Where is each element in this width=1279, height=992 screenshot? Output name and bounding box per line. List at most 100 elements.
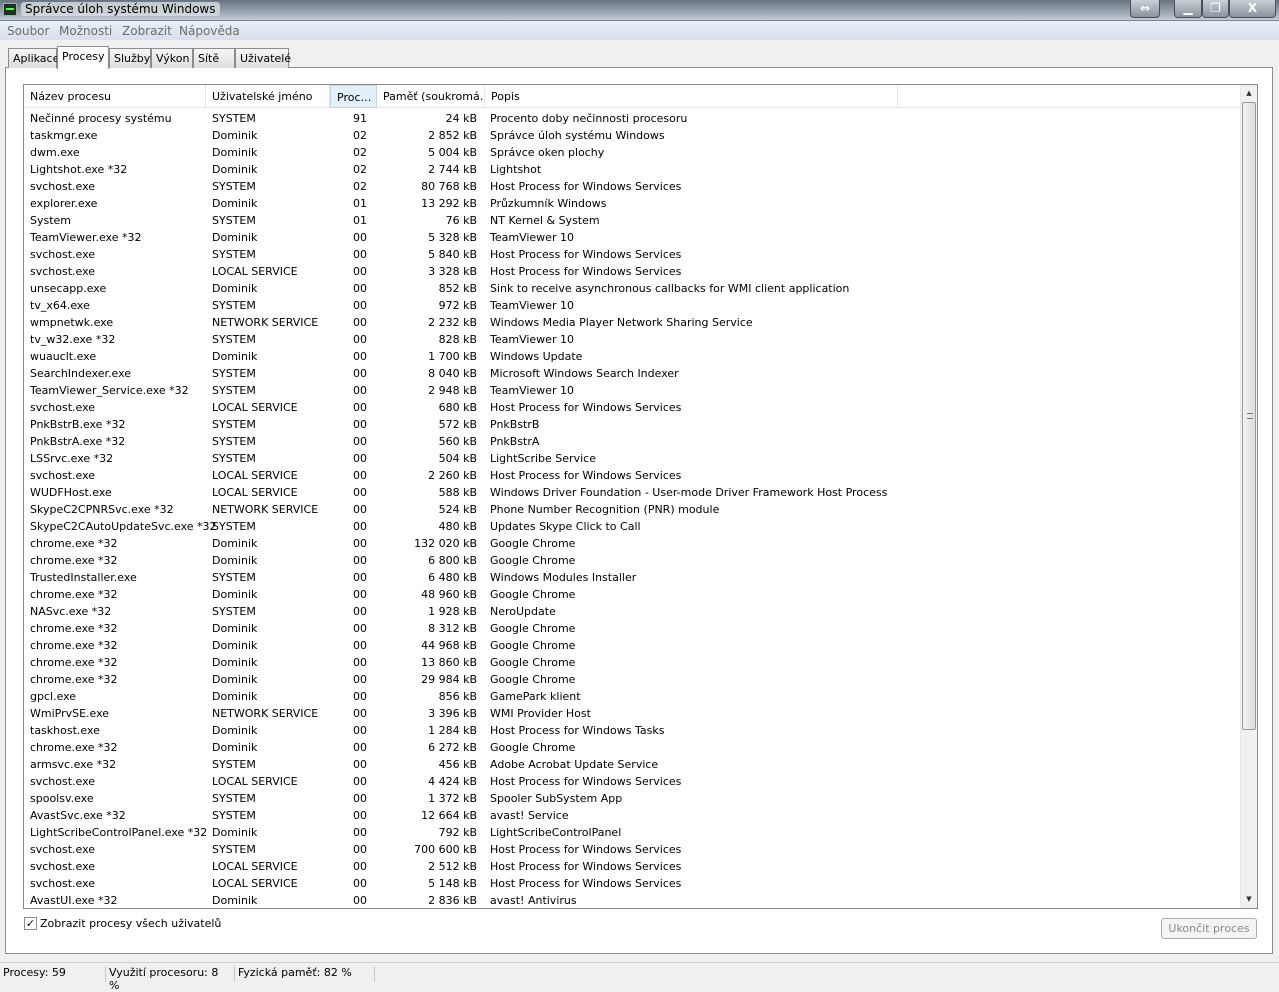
menu-zobrazit[interactable]: Zobrazit <box>122 24 172 38</box>
task-manager-icon <box>3 3 17 16</box>
column-description[interactable]: Popis <box>485 85 898 108</box>
menu-moznosti[interactable]: Možnosti <box>59 24 112 38</box>
end-process-button[interactable]: Ukončit proces <box>1161 918 1257 939</box>
description: Procento doby nečinnosti procesoru <box>490 112 688 125</box>
column-memory[interactable]: Paměť (soukromá… <box>377 85 485 108</box>
table-row[interactable]: System SYSTEM 01 76 kB NT Kernel & System <box>24 212 1240 229</box>
memory-value: 24 kB <box>445 112 477 125</box>
table-row[interactable]: NASvc.exe *32 SYSTEM 00 1 928 kB NeroUpdate <box>24 603 1240 620</box>
table-row[interactable]: AvastUI.exe *32 Dominik 00 2 836 kB avast! A… <box>24 892 1240 908</box>
memory-value: 132 020 kB <box>414 537 477 550</box>
minimize-button[interactable]: ▁ <box>1174 0 1202 18</box>
table-row[interactable]: TrustedInstaller.exe SYSTEM 00 6 480 kB Wind… <box>24 569 1240 586</box>
vertical-scrollbar[interactable]: ▲ ▼ <box>1240 85 1257 908</box>
menu-napoveda[interactable]: Nápověda <box>179 24 240 38</box>
cpu-value: 00 <box>353 452 367 465</box>
table-row[interactable]: tv_x64.exe SYSTEM 00 972 kB TeamViewer 10 <box>24 297 1240 314</box>
show-all-users-label[interactable]: Zobrazit procesy všech uživatelů <box>40 917 221 930</box>
description: Host Process for Windows Services <box>490 775 682 788</box>
resize-button[interactable]: ⇔ <box>1130 0 1160 18</box>
cpu-value: 00 <box>353 826 367 839</box>
maximize-button[interactable]: ❐ <box>1202 0 1229 18</box>
table-row[interactable]: WmiPrvSE.exe NETWORK SERVICE 00 3 396 kB WMI… <box>24 705 1240 722</box>
table-row[interactable]: chrome.exe *32 Dominik 00 48 960 kB Google C… <box>24 586 1240 603</box>
table-row[interactable]: svchost.exe LOCAL SERVICE 00 2 260 kB Host P… <box>24 467 1240 484</box>
table-row[interactable]: chrome.exe *32 Dominik 00 132 020 kB Google … <box>24 535 1240 552</box>
description: LightScribeControlPanel <box>490 826 622 839</box>
menu-soubor[interactable]: Soubor <box>7 24 49 38</box>
table-row[interactable]: AvastSvc.exe *32 SYSTEM 00 12 664 kB avast! … <box>24 807 1240 824</box>
table-row[interactable]: chrome.exe *32 Dominik 00 8 312 kB Google Ch… <box>24 620 1240 637</box>
description: Google Chrome <box>490 622 576 635</box>
close-button[interactable]: X <box>1229 0 1276 18</box>
table-row[interactable]: armsvc.exe *32 SYSTEM 00 456 kB Adobe Acroba… <box>24 756 1240 773</box>
show-all-users-checkbox[interactable]: ✓ <box>24 917 37 930</box>
table-row[interactable]: taskmgr.exe Dominik 02 2 852 kB Správce úloh… <box>24 127 1240 144</box>
table-row[interactable]: svchost.exe SYSTEM 00 5 840 kB Host Process … <box>24 246 1240 263</box>
table-row[interactable]: taskhost.exe Dominik 00 1 284 kB Host Proces… <box>24 722 1240 739</box>
table-row[interactable]: Nečinné procesy systému SYSTEM 91 24 kB Proc… <box>24 110 1240 127</box>
memory-value: 680 kB <box>438 401 477 414</box>
table-row[interactable]: chrome.exe *32 Dominik 00 44 968 kB Google C… <box>24 637 1240 654</box>
table-row[interactable]: svchost.exe LOCAL SERVICE 00 5 148 kB Host P… <box>24 875 1240 892</box>
table-row[interactable]: LSSrvc.exe *32 SYSTEM 00 504 kB LightScribe … <box>24 450 1240 467</box>
user-name: SYSTEM <box>212 180 256 193</box>
scroll-down-icon[interactable]: ▼ <box>1241 891 1257 908</box>
user-name: Dominik <box>212 554 258 567</box>
user-name: SYSTEM <box>212 367 256 380</box>
table-row[interactable]: wmpnetwk.exe NETWORK SERVICE 00 2 232 kB Win… <box>24 314 1240 331</box>
table-row[interactable]: svchost.exe SYSTEM 00 700 600 kB Host Proces… <box>24 841 1240 858</box>
tab-vykon[interactable]: Výkon <box>151 48 193 68</box>
cpu-value: 00 <box>353 299 367 312</box>
description: TeamViewer 10 <box>490 231 574 244</box>
tab-aplikace[interactable]: Aplikace <box>8 48 59 68</box>
memory-value: 560 kB <box>438 435 477 448</box>
table-row[interactable]: PnkBstrA.exe *32 SYSTEM 00 560 kB PnkBstrA <box>24 433 1240 450</box>
tab-sluzby[interactable]: Služby <box>109 48 151 68</box>
cpu-value: 00 <box>353 690 367 703</box>
table-row[interactable]: svchost.exe LOCAL SERVICE 00 3 328 kB Host P… <box>24 263 1240 280</box>
description: Host Process for Windows Services <box>490 860 682 873</box>
column-name[interactable]: Název procesu <box>24 85 206 108</box>
table-row[interactable]: dwm.exe Dominik 02 5 004 kB Správce oken plo… <box>24 144 1240 161</box>
memory-value: 12 664 kB <box>421 809 477 822</box>
table-row[interactable]: TeamViewer_Service.exe *32 SYSTEM 00 2 948 … <box>24 382 1240 399</box>
table-row[interactable]: WUDFHost.exe LOCAL SERVICE 00 588 kB Windows… <box>24 484 1240 501</box>
process-list[interactable]: Název procesu Uživatelské jméno Proc… Pa… <box>23 84 1258 909</box>
table-row[interactable]: unsecapp.exe Dominik 00 852 kB Sink to recei… <box>24 280 1240 297</box>
table-row[interactable]: LightScribeControlPanel.exe *32 Dominik 00… <box>24 824 1240 841</box>
column-user[interactable]: Uživatelské jméno <box>206 85 330 108</box>
table-row[interactable]: SearchIndexer.exe SYSTEM 00 8 040 kB Microso… <box>24 365 1240 382</box>
table-row[interactable]: wuauclt.exe Dominik 00 1 700 kB Windows Upda… <box>24 348 1240 365</box>
table-row[interactable]: svchost.exe LOCAL SERVICE 00 2 512 kB Host P… <box>24 858 1240 875</box>
tab-uzivatele[interactable]: Uživatelé <box>235 48 291 68</box>
memory-value: 572 kB <box>438 418 477 431</box>
table-row[interactable]: chrome.exe *32 Dominik 00 13 860 kB Google C… <box>24 654 1240 671</box>
tab-procesy[interactable]: Procesy <box>57 46 109 69</box>
table-row[interactable]: svchost.exe SYSTEM 02 80 768 kB Host Process… <box>24 178 1240 195</box>
table-row[interactable]: spoolsv.exe SYSTEM 00 1 372 kB Spooler SubSy… <box>24 790 1240 807</box>
table-row[interactable]: SkypeC2CAutoUpdateSvc.exe *32 SYSTEM 00 480… <box>24 518 1240 535</box>
tab-site[interactable]: Sítě <box>193 48 235 68</box>
description: LightScribe Service <box>490 452 596 465</box>
table-row[interactable]: explorer.exe Dominik 01 13 292 kB Průzkumník… <box>24 195 1240 212</box>
memory-value: 524 kB <box>438 503 477 516</box>
table-row[interactable]: PnkBstrB.exe *32 SYSTEM 00 572 kB PnkBstrB <box>24 416 1240 433</box>
column-cpu[interactable]: Proc… <box>330 85 377 108</box>
cpu-value: 00 <box>353 588 367 601</box>
table-row[interactable]: chrome.exe *32 Dominik 00 6 272 kB Google Ch… <box>24 739 1240 756</box>
description: Google Chrome <box>490 537 576 550</box>
scrollbar-thumb[interactable] <box>1242 102 1256 730</box>
table-row[interactable]: chrome.exe *32 Dominik 00 29 984 kB Google C… <box>24 671 1240 688</box>
process-name: SearchIndexer.exe <box>30 367 132 380</box>
table-row[interactable]: svchost.exe LOCAL SERVICE 00 4 424 kB Host P… <box>24 773 1240 790</box>
table-row[interactable]: Lightshot.exe *32 Dominik 02 2 744 kB Lights… <box>24 161 1240 178</box>
table-row[interactable]: SkypeC2CPNRSvc.exe *32 NETWORK SERVICE 00 5… <box>24 501 1240 518</box>
table-row[interactable]: tv_w32.exe *32 SYSTEM 00 828 kB TeamViewer 1… <box>24 331 1240 348</box>
table-row[interactable]: svchost.exe LOCAL SERVICE 00 680 kB Host Pro… <box>24 399 1240 416</box>
scroll-up-icon[interactable]: ▲ <box>1241 85 1257 102</box>
table-row[interactable]: gpcl.exe Dominik 00 856 kB GamePark klient <box>24 688 1240 705</box>
table-row[interactable]: chrome.exe *32 Dominik 00 6 800 kB Google Ch… <box>24 552 1240 569</box>
user-name: SYSTEM <box>212 214 256 227</box>
table-row[interactable]: TeamViewer.exe *32 Dominik 00 5 328 kB TeamV… <box>24 229 1240 246</box>
